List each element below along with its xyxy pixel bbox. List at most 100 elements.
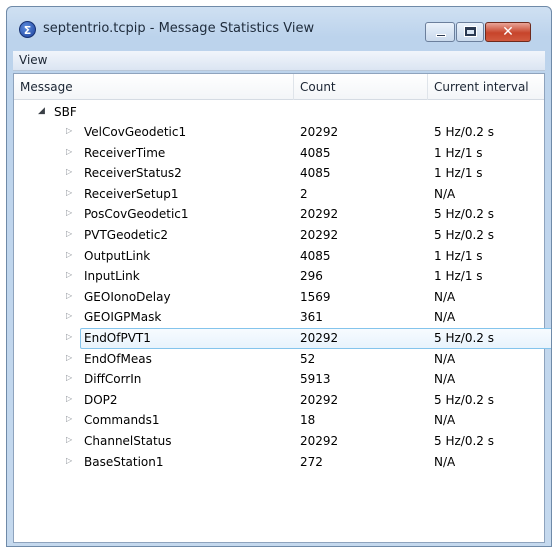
message-name: OutputLink	[84, 248, 151, 263]
table-row[interactable]: ▷ InputLink 296 1 Hz/1 s	[14, 266, 544, 287]
message-interval: 1 Hz/1 s	[434, 166, 483, 181]
message-interval: 1 Hz/1 s	[434, 248, 483, 263]
message-interval: N/A	[434, 413, 456, 428]
column-header-interval[interactable]: Current interval	[434, 80, 529, 94]
collapsed-triangle-icon[interactable]: ▷	[66, 208, 72, 217]
collapsed-triangle-icon[interactable]: ▷	[66, 373, 72, 382]
table-row[interactable]: ▷ ChannelStatus 20292 5 Hz/0.2 s	[14, 431, 544, 452]
table-row[interactable]: ▷ BaseStation1 272 N/A	[14, 452, 544, 473]
collapsed-triangle-icon[interactable]: ▷	[66, 167, 72, 176]
message-count: 4085	[300, 166, 331, 181]
message-count: 4085	[300, 145, 331, 160]
message-interval: 5 Hz/0.2 s	[434, 330, 494, 345]
minimize-icon	[436, 34, 446, 37]
table-row[interactable]: ▷ GEOIGPMask 361 N/A	[14, 307, 544, 328]
message-interval: 5 Hz/0.2 s	[434, 125, 494, 139]
collapsed-triangle-icon[interactable]: ▷	[66, 291, 72, 300]
collapsed-triangle-icon[interactable]: ▷	[66, 188, 72, 197]
message-name: EndOfMeas	[84, 351, 152, 366]
message-count: 296	[300, 269, 323, 284]
collapsed-triangle-icon[interactable]: ▷	[66, 229, 72, 238]
table-row[interactable]: ▷ EndOfPVT1 20292 5 Hz/0.2 s	[14, 327, 551, 349]
message-count: 20292	[300, 207, 339, 222]
table-row[interactable]: ▷ EndOfMeas 52 N/A	[14, 349, 544, 370]
message-interval: N/A	[434, 289, 456, 304]
message-interval: N/A	[434, 351, 456, 366]
title-bar[interactable]: Σ septentrio.tcpip - Message Statistics …	[7, 7, 551, 49]
collapsed-triangle-icon[interactable]: ▷	[66, 332, 72, 341]
message-interval: N/A	[434, 310, 456, 325]
table-body: ◢ SBF ▷ VelCovGeodetic1 20292 5 Hz/0.2 s ▷ Re…	[14, 102, 551, 473]
collapsed-triangle-icon[interactable]: ▷	[66, 147, 72, 156]
table-row[interactable]: ▷ DiffCorrIn 5913 N/A	[14, 369, 544, 390]
message-count: 20292	[300, 433, 339, 448]
collapsed-triangle-icon[interactable]: ▷	[66, 250, 72, 259]
message-count: 4085	[300, 248, 331, 263]
message-name: PosCovGeodetic1	[84, 207, 189, 222]
message-interval: N/A	[434, 454, 456, 469]
collapsed-triangle-icon[interactable]: ▷	[66, 414, 72, 423]
column-header-message[interactable]: Message	[20, 80, 73, 94]
message-name: BaseStation1	[84, 454, 164, 469]
table-row[interactable]: ▷ PosCovGeodetic1 20292 5 Hz/0.2 s	[14, 204, 544, 225]
tree-root-sbf[interactable]: ◢ SBF	[14, 102, 544, 122]
message-interval: 5 Hz/0.2 s	[434, 207, 494, 222]
message-count: 52	[300, 351, 316, 366]
collapsed-triangle-icon[interactable]: ▷	[66, 456, 72, 465]
message-interval: 5 Hz/0.2 s	[434, 433, 494, 448]
table-header: Message Count Current interval	[14, 74, 544, 100]
message-count: 1569	[300, 289, 331, 304]
table-row[interactable]: ▷ Commands1 18 N/A	[14, 410, 544, 431]
table-row[interactable]: ▷ PVTGeodetic2 20292 5 Hz/0.2 s	[14, 225, 544, 246]
table-row[interactable]: ▷ OutputLink 4085 1 Hz/1 s	[14, 246, 544, 267]
statistics-table: Message Count Current interval ◢ SBF ▷ Ve…	[13, 73, 551, 543]
message-count: 2	[300, 186, 308, 201]
table-row[interactable]: ▷ ReceiverStatus2 4085 1 Hz/1 s	[14, 163, 544, 184]
table-row[interactable]: ▷ VelCovGeodetic1 20292 5 Hz/0.2 s	[14, 122, 544, 143]
collapsed-triangle-icon[interactable]: ▷	[66, 353, 72, 362]
message-name: VelCovGeodetic1	[84, 125, 187, 139]
message-interval: 1 Hz/1 s	[434, 269, 483, 284]
column-divider[interactable]	[293, 74, 294, 100]
message-interval: N/A	[434, 186, 456, 201]
message-name: GEOIGPMask	[84, 310, 162, 325]
collapsed-triangle-icon[interactable]: ▷	[66, 311, 72, 320]
message-name: ReceiverStatus2	[84, 166, 182, 181]
column-header-count[interactable]: Count	[300, 80, 336, 94]
message-name: DiffCorrIn	[84, 372, 142, 387]
message-count: 20292	[300, 227, 339, 242]
table-row[interactable]: ▷ DOP2 20292 5 Hz/0.2 s	[14, 390, 544, 411]
column-divider[interactable]	[427, 74, 428, 100]
message-name: ReceiverTime	[84, 145, 166, 160]
maximize-icon	[464, 26, 477, 37]
collapsed-triangle-icon[interactable]: ▷	[66, 394, 72, 403]
message-name: PVTGeodetic2	[84, 227, 169, 242]
table-row[interactable]: ▷ GEOIonoDelay 1569 N/A	[14, 287, 544, 308]
collapsed-triangle-icon[interactable]: ▷	[66, 270, 72, 279]
message-count: 361	[300, 310, 323, 325]
expanded-triangle-icon[interactable]: ◢	[38, 106, 45, 116]
message-name: EndOfPVT1	[84, 330, 151, 345]
table-row[interactable]: ▷ ReceiverSetup1 2 N/A	[14, 184, 544, 205]
message-name: DOP2	[84, 392, 118, 407]
message-count: 5913	[300, 372, 331, 387]
message-interval: N/A	[434, 372, 456, 387]
app-icon: Σ	[19, 21, 36, 38]
message-interval: 1 Hz/1 s	[434, 145, 483, 160]
message-name: ReceiverSetup1	[84, 186, 179, 201]
collapsed-triangle-icon[interactable]: ▷	[66, 435, 72, 444]
table-row[interactable]: ▷ ReceiverTime 4085 1 Hz/1 s	[14, 143, 544, 164]
main-window: Σ septentrio.tcpip - Message Statistics …	[6, 6, 552, 547]
message-count: 20292	[300, 330, 339, 345]
close-button[interactable]: ✕	[485, 22, 531, 42]
message-count: 272	[300, 454, 323, 469]
message-interval: 5 Hz/0.2 s	[434, 392, 494, 407]
menu-item-view[interactable]: View	[19, 53, 47, 67]
menu-bar: View	[13, 51, 545, 71]
collapsed-triangle-icon[interactable]: ▷	[66, 126, 72, 135]
maximize-button[interactable]	[456, 22, 484, 42]
message-count: 20292	[300, 392, 339, 407]
minimize-button[interactable]	[425, 22, 455, 42]
message-name: ChannelStatus	[84, 433, 172, 448]
message-name: Commands1	[84, 413, 160, 428]
